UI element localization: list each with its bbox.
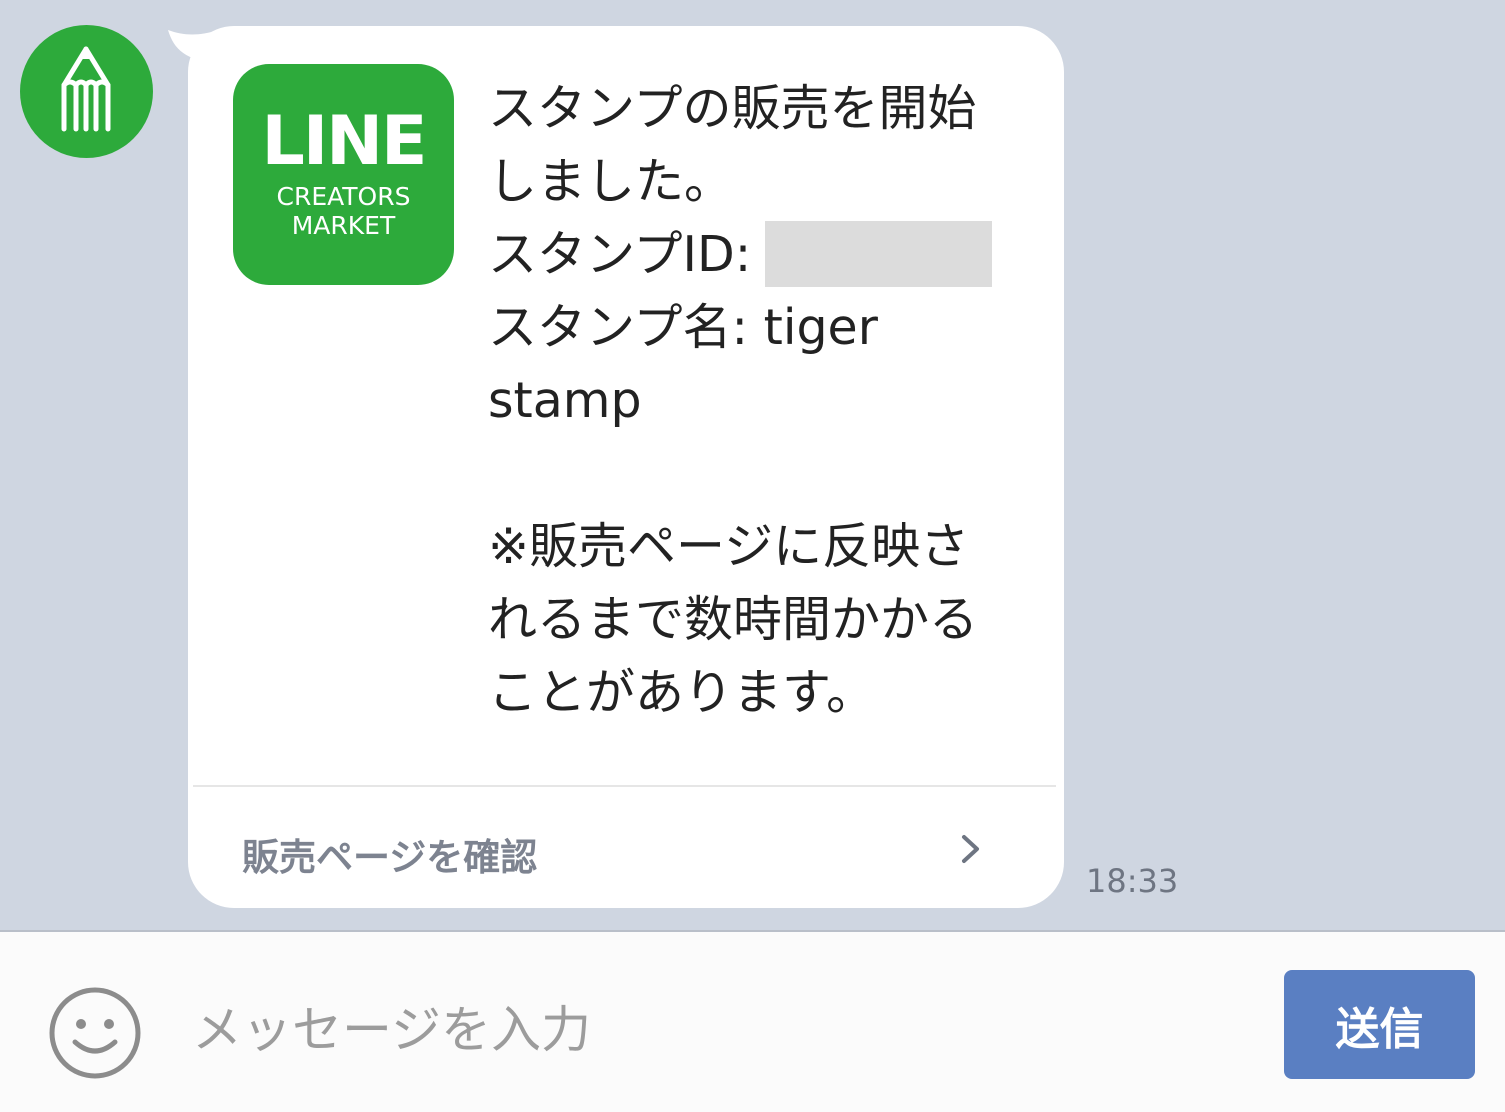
creators-market-avatar[interactable]	[20, 25, 153, 158]
view-sales-page-button[interactable]: 販売ページを確認	[188, 787, 1064, 908]
message-line: ことがあります。	[488, 664, 876, 721]
view-sales-page-label: 販売ページを確認	[242, 836, 538, 879]
message-line: しました。	[488, 153, 734, 210]
message-timestamp: 18:33	[1086, 862, 1179, 900]
message-line: スタンプの販売を開始	[488, 80, 977, 137]
logo-subtitle-line-2: MARKET	[291, 211, 396, 240]
message-line: ※販売ページに反映さ	[488, 518, 970, 575]
logo-title: LINE	[261, 102, 428, 181]
line-creators-market-logo: LINE CREATORS MARKET	[233, 64, 454, 285]
message-bubble: LINE CREATORS MARKET スタンプの販売を開始 しました。 スタ…	[188, 26, 1064, 908]
stamp-id-line: スタンプID:	[488, 218, 1048, 291]
send-button[interactable]: 送信	[1284, 970, 1475, 1079]
logo-subtitle-line-1: CREATORS	[276, 182, 411, 211]
stamp-id-label: スタンプID:	[488, 226, 752, 283]
message-text: スタンプの販売を開始 しました。 スタンプID: スタンプ名: tiger st…	[488, 72, 1048, 729]
message-input-bar: 送信	[0, 930, 1505, 1112]
message-line: れるまで数時間かかる	[488, 591, 979, 648]
chat-area: LINE CREATORS MARKET スタンプの販売を開始 しました。 スタ…	[0, 0, 1505, 930]
stamp-id-redacted	[765, 220, 993, 287]
message-input[interactable]	[192, 990, 1242, 1070]
logo-subtitle: CREATORS MARKET	[233, 182, 454, 240]
pencil-icon	[61, 46, 111, 132]
message-line: stamp	[488, 372, 642, 429]
chevron-right-icon	[962, 835, 979, 863]
emoji-icon[interactable]	[46, 984, 144, 1082]
message-line: スタンプ名: tiger	[488, 299, 878, 356]
